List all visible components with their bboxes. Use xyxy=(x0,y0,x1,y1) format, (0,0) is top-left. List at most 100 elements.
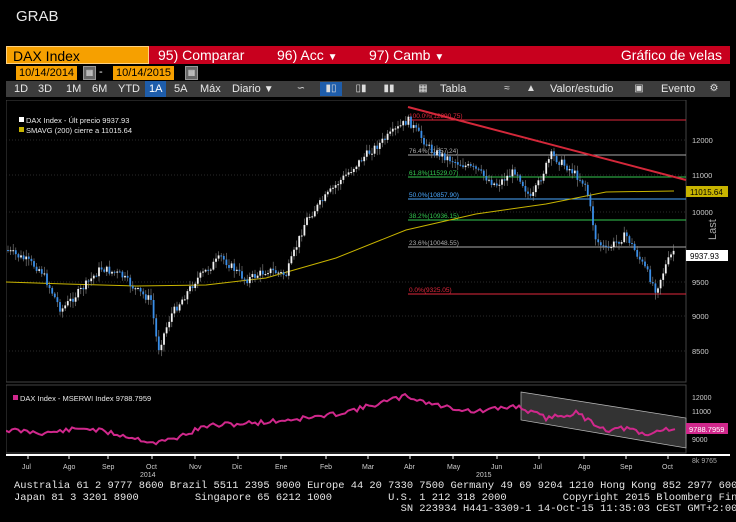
period-dropdown[interactable]: Diario ▼ xyxy=(228,81,278,97)
acc-button[interactable]: 96) Acc ▼ xyxy=(277,46,338,64)
security-field[interactable]: DAX Index xyxy=(6,46,149,64)
candle-body xyxy=(30,258,33,262)
candle-body xyxy=(176,306,178,311)
candle-body xyxy=(625,232,628,237)
candle-body xyxy=(334,185,337,188)
candle-body xyxy=(417,127,420,131)
candle-body xyxy=(285,274,288,276)
x-tick-label: Nov xyxy=(189,464,202,471)
candle-chart-icon[interactable]: ▮▯ xyxy=(320,82,342,96)
candle-body xyxy=(269,268,272,274)
candle-body xyxy=(612,241,615,248)
candle-body xyxy=(667,257,670,265)
range-1m[interactable]: 1M xyxy=(62,81,85,97)
x-tick-label: Jun xyxy=(491,464,502,471)
event-icon[interactable]: ▣ xyxy=(628,82,650,96)
range-6m[interactable]: 6M xyxy=(88,81,111,97)
valor-estudio-button[interactable]: Valor/estudio xyxy=(546,81,617,97)
candle-body xyxy=(157,336,160,351)
bar-chart-icon[interactable]: ▯▮ xyxy=(350,82,372,96)
x-tick-label: Ago xyxy=(578,464,591,471)
y-tick-label: 11000 xyxy=(692,171,712,180)
chart-type-label[interactable]: Gráfico de velas xyxy=(621,46,722,64)
candle-body xyxy=(246,279,249,284)
table-icon[interactable]: ▦ xyxy=(412,82,434,96)
range-1a[interactable]: 1A xyxy=(145,81,167,97)
range-5a[interactable]: 5A xyxy=(170,81,191,97)
candle-body xyxy=(103,269,106,272)
price-chart[interactable]: 100.0%(12390.75)76.4%(11857.24)61.8%(115… xyxy=(6,100,730,478)
candle-body xyxy=(204,269,207,272)
line-chart-icon[interactable]: ∽ xyxy=(290,82,312,96)
candle-body xyxy=(261,270,264,275)
tabla-button[interactable]: Tabla xyxy=(436,81,470,97)
candle-body xyxy=(628,236,631,243)
start-date-field[interactable]: 10/14/2014 xyxy=(16,66,78,80)
candle-body xyxy=(95,275,98,277)
x-tick-label: Dic xyxy=(232,464,243,471)
candle-body xyxy=(532,192,535,196)
study-icon[interactable]: ≈ xyxy=(496,82,518,96)
candle-body xyxy=(53,293,56,298)
candle-body xyxy=(254,274,256,278)
range-max[interactable]: Máx xyxy=(196,81,225,97)
value-icon[interactable]: ▲ xyxy=(520,82,542,96)
candle-body xyxy=(220,255,223,257)
candle-body xyxy=(602,245,605,247)
camb-button[interactable]: 97) Camb ▼ xyxy=(369,46,444,64)
date-separator: - xyxy=(99,66,103,78)
candle-body xyxy=(217,255,220,259)
candle-body xyxy=(571,169,574,174)
candle-body xyxy=(293,249,295,257)
calendar-icon[interactable]: ▦ xyxy=(83,66,96,80)
comparar-button[interactable]: 95) Comparar xyxy=(158,46,244,64)
candle-body xyxy=(646,266,649,270)
candle-body xyxy=(527,191,529,194)
sma-tag-label: 11015.64 xyxy=(690,188,723,197)
legend-swatch-sma xyxy=(19,127,24,132)
candle-body xyxy=(199,272,202,278)
candle-body xyxy=(209,269,212,271)
candle-body xyxy=(485,175,488,181)
chevron-down-icon: ▼ xyxy=(263,84,274,95)
range-1d[interactable]: 1D xyxy=(10,81,32,97)
fib-label: 50.0%(10857.90) xyxy=(409,192,459,199)
candle-body xyxy=(563,159,566,166)
footer: Australia 61 2 9777 8600 Brazil 5511 239… xyxy=(14,480,736,516)
candle-body xyxy=(191,286,194,289)
candle-body xyxy=(48,285,51,289)
calendar-icon[interactable]: ▦ xyxy=(185,66,198,80)
ohlc-chart-icon[interactable]: ▮▮ xyxy=(378,82,400,96)
x-tick-label: May xyxy=(447,464,461,471)
candle-body xyxy=(147,295,150,300)
x-tick-label: Feb xyxy=(320,464,332,471)
candle-body xyxy=(280,272,282,274)
candle-body xyxy=(391,128,394,132)
gear-icon[interactable]: ⚙ xyxy=(703,82,725,96)
evento-button[interactable]: Evento xyxy=(657,81,699,97)
candle-body xyxy=(235,269,238,271)
candle-body xyxy=(337,184,340,186)
candle-body xyxy=(631,242,633,244)
camb-label: 97) Camb xyxy=(369,47,431,63)
candle-body xyxy=(178,304,181,311)
sub-cut-label: 8k 9765 xyxy=(692,458,717,465)
candle-body xyxy=(225,259,228,266)
candle-body xyxy=(46,273,48,286)
year-2014: 2014 xyxy=(140,472,156,478)
candle-body xyxy=(378,142,381,149)
candle-body xyxy=(594,225,597,240)
candle-body xyxy=(238,269,241,272)
candle-body xyxy=(202,271,204,273)
range-ytd[interactable]: YTD xyxy=(114,81,144,97)
candle-body xyxy=(313,211,316,217)
candle-body xyxy=(160,344,163,351)
candle-body xyxy=(300,235,303,237)
candle-body xyxy=(540,180,542,182)
candle-body xyxy=(480,169,483,171)
end-date-field[interactable]: 10/14/2015 xyxy=(113,66,175,80)
range-3d[interactable]: 3D xyxy=(34,81,56,97)
candle-body xyxy=(173,306,176,314)
candle-body xyxy=(399,125,402,127)
candle-body xyxy=(537,180,540,186)
